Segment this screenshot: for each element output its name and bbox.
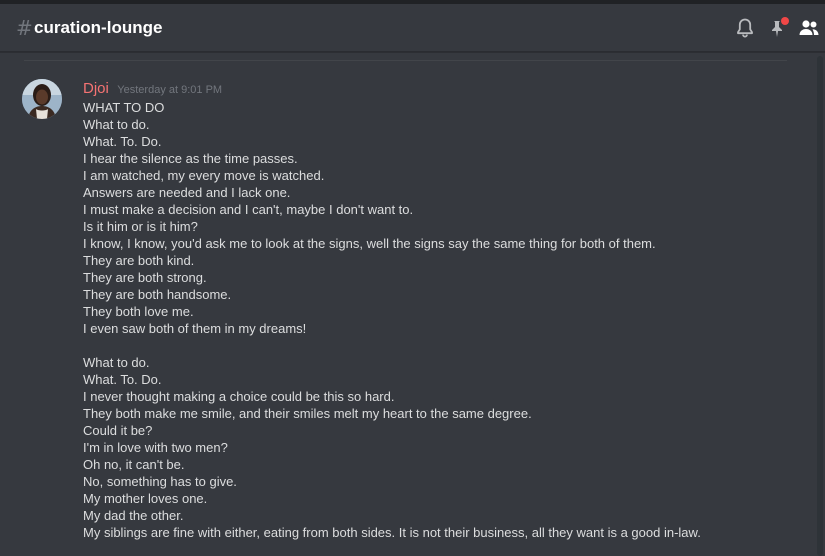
member-list-button[interactable] <box>797 16 821 40</box>
message-line: I know, I know, you'd ask me to look at … <box>83 236 656 251</box>
message-header: Djoi Yesterday at 9:01 PM <box>83 79 783 99</box>
message-timestamp: Yesterday at 9:01 PM <box>117 84 223 96</box>
message-list[interactable]: Djoi Yesterday at 9:01 PM WHAT TO DO What… <box>0 52 825 556</box>
message-line: What to do. <box>83 117 150 132</box>
message-line: Oh no, it can't be. <box>83 457 185 472</box>
message-line: WHAT TO DO <box>83 100 165 115</box>
user-avatar-image <box>22 79 62 119</box>
message-line: Answers are needed and I lack one. <box>83 185 291 200</box>
message-line: Is it him or is it him? <box>83 219 198 234</box>
message-line: My siblings are fine with either, eating… <box>83 525 701 540</box>
bell-icon <box>737 18 753 38</box>
message-line: My dad the other. <box>83 508 184 523</box>
message-text: WHAT TO DO What to do. What. To. Do. I hear… <box>83 99 783 541</box>
message-line: What to do. <box>83 355 150 370</box>
message-line: They are both handsome. <box>83 287 232 302</box>
message-line: My mother loves one. <box>83 491 208 506</box>
message-line: I hear the silence as the time passes. <box>83 151 298 166</box>
header-toolbar <box>725 16 821 40</box>
pin-notification-dot <box>781 17 789 25</box>
pinned-messages-button[interactable] <box>765 16 789 40</box>
message-line: Could it be? <box>83 423 153 438</box>
message-line: I am watched, my every move is watched. <box>83 168 325 183</box>
channel-name: curation-lounge <box>34 18 163 37</box>
message-line: I must make a decision and I can't, mayb… <box>83 202 414 217</box>
message-line: I never thought making a choice could be… <box>83 389 395 404</box>
message-line: No, something has to give. <box>83 474 237 489</box>
message-line: I'm in love with two men? <box>83 440 228 455</box>
message-line: They are both strong. <box>83 270 207 285</box>
message-line: What. To. Do. <box>83 134 162 149</box>
message-line: They both make me smile, and their smile… <box>83 406 532 421</box>
scrollbar[interactable] <box>817 56 823 556</box>
members-icon <box>799 20 819 35</box>
message-line: What. To. Do. <box>83 372 162 387</box>
message-line: I even saw both of them in my dreams! <box>83 321 307 336</box>
message-content: Djoi Yesterday at 9:01 PM WHAT TO DO What… <box>83 79 783 541</box>
message-line: They both love me. <box>83 304 194 319</box>
message-line <box>83 337 783 354</box>
message-divider <box>24 60 787 61</box>
message-line: They are both kind. <box>83 253 195 268</box>
avatar[interactable] <box>22 79 62 119</box>
author-name[interactable]: Djoi <box>83 80 109 97</box>
channel-header: # curation-lounge <box>0 4 825 52</box>
discord-window: # curation-lounge Djoi Yesterday at 9:01… <box>0 0 825 556</box>
notification-bell-button[interactable] <box>733 16 757 40</box>
channel-hash-icon: # <box>16 16 33 40</box>
